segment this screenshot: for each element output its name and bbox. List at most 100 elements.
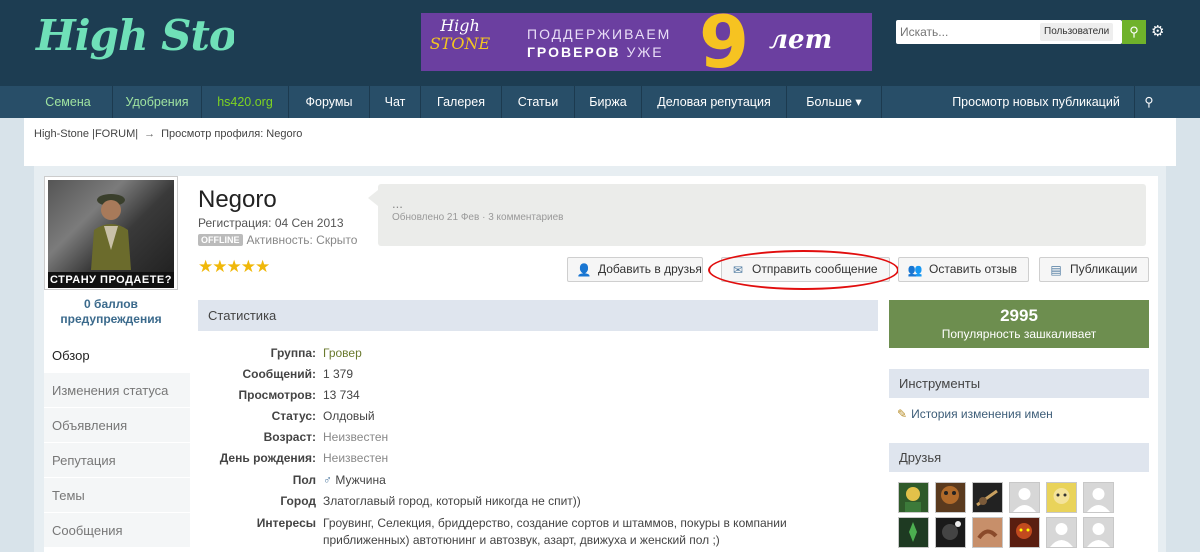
logo-text: High Stone (35, 11, 234, 60)
stat-row: Интересы Гроувинг, Селекция, бриддерство… (198, 513, 878, 549)
location-pin-icon[interactable]: ⚲ (1135, 86, 1163, 118)
banner-logo-line1: High (440, 16, 480, 35)
side-nav-posts[interactable]: Сообщения (44, 513, 190, 548)
nav-item-more[interactable]: Больше ▾ (787, 86, 881, 118)
breadcrumb: High-Stone |FORUM| → Просмотр профиля: Neg… (34, 128, 302, 140)
stat-label: Сообщений: (242, 367, 316, 381)
side-nav-overview[interactable]: Обзор (44, 338, 190, 373)
leave-review-label: Оставить отзыв (929, 262, 1017, 276)
statistics-panel: Статистика Группа: Гровер Сообщений: 1 3… (198, 300, 878, 552)
logo-graphic: High Stone (35, 11, 292, 60)
friend-avatar[interactable] (972, 482, 1003, 513)
stat-value: 1 379 (323, 367, 354, 381)
document-icon: ▤ (1050, 263, 1062, 277)
offline-badge: OFFLINE (198, 234, 243, 246)
nav-item-reputation[interactable]: Деловая репутация (642, 86, 786, 118)
friend-avatar[interactable] (972, 517, 1003, 548)
banner-logo-line2: STONE (429, 34, 491, 53)
registration-date: Регистрация: 04 Сен 2013 (198, 216, 344, 230)
name-history-label: История изменения имен (911, 407, 1053, 421)
stat-value-group[interactable]: Гровер (323, 343, 863, 363)
stat-value: Неизвестен (323, 451, 389, 465)
banner-text-line2a: ГРОВЕРОВ (527, 44, 621, 60)
nav-new-posts[interactable]: Просмотр новых публикаций (938, 86, 1134, 118)
friends-title: Друзья (889, 443, 1149, 472)
rating-stars: ★★★★★ (198, 257, 270, 276)
add-friend-button[interactable]: 👤 Добавить в друзья (567, 257, 703, 282)
nav-item-articles[interactable]: Статьи (502, 86, 574, 118)
stat-label: Интересы (256, 516, 316, 530)
banner-text-line2: ГРОВЕРОВ УЖЕ (527, 43, 671, 61)
publications-button[interactable]: ▤ Публикации (1039, 257, 1149, 282)
banner-text-line1: ПОДДЕРЖИВАЕМ (527, 26, 672, 42)
stat-label: Город (280, 494, 316, 508)
breadcrumb-bar (24, 118, 1176, 166)
friend-avatar[interactable] (1083, 482, 1114, 513)
nav-item-gallery[interactable]: Галерея (421, 86, 501, 118)
search-box: Пользователи (896, 20, 1122, 44)
nav-item-exchange[interactable]: Биржа (575, 86, 641, 118)
nav-item-fertilizers[interactable]: Удобрения (113, 86, 201, 118)
popularity-box: 2995 Популярность зашкаливает (889, 300, 1149, 348)
warning-points-line1: 0 баллов (84, 297, 138, 311)
side-nav-ads[interactable]: Объявления (44, 408, 190, 443)
promo-banner[interactable]: High STONE ПОДДЕРЖИВАЕМ ГРОВЕРОВ УЖЕ 9 л… (421, 13, 872, 71)
stat-label: Пол (292, 473, 316, 487)
status-update-text: ... (392, 196, 403, 211)
friend-avatar[interactable] (1083, 517, 1114, 548)
male-icon: ♂ (323, 473, 332, 487)
search-button[interactable]: ⚲ (1122, 20, 1146, 44)
avatar-photo (48, 180, 174, 272)
banner-text-line2b: УЖЕ (626, 44, 664, 60)
stat-value: Олдовый (323, 409, 375, 423)
stat-row: Сообщений: 1 379 (198, 364, 878, 384)
search-scope-select[interactable]: Пользователи (1040, 23, 1114, 41)
stat-row: Просмотров: 13 734 (198, 385, 878, 405)
nav-item-chat[interactable]: Чат (370, 86, 420, 118)
warning-points[interactable]: 0 баллов предупреждения (44, 297, 178, 327)
banner-years: лет (769, 25, 833, 55)
friend-avatar[interactable] (898, 517, 929, 548)
avatar[interactable]: СТРАНУ ПРОДАЕТЕ? (44, 176, 178, 290)
side-nav-reputation[interactable]: Репутация (44, 443, 190, 478)
status-update-meta[interactable]: Обновлено 21 Фев · 3 комментариев (392, 212, 563, 223)
friend-avatar[interactable] (1046, 482, 1077, 513)
stat-value: 13 734 (323, 388, 360, 402)
friend-avatar[interactable] (1009, 482, 1040, 513)
side-nav-status-changes[interactable]: Изменения статуса (44, 373, 190, 408)
popularity-value: 2995 (1000, 306, 1038, 325)
tools-title: Инструменты (889, 369, 1149, 398)
activity-status: OFFLINE Активность: Скрыто (198, 233, 357, 247)
side-nav-topics[interactable]: Темы (44, 478, 190, 513)
site-logo[interactable]: High Stone (34, 8, 292, 64)
statistics-title: Статистика (198, 300, 878, 331)
friend-avatar[interactable] (1009, 517, 1040, 548)
friend-avatar[interactable] (935, 517, 966, 548)
stat-value-gender: ♂ Мужчина (323, 470, 863, 490)
breadcrumb-current: Просмотр профиля: Negoro (161, 128, 303, 140)
publications-label: Публикации (1070, 262, 1138, 276)
stat-value: Гроувинг, Селекция, бриддерство, создани… (323, 516, 787, 547)
add-user-icon: 👤 (576, 263, 592, 277)
stat-label: День рождения: (219, 451, 316, 465)
leave-review-button[interactable]: 👥 Оставить отзыв (898, 257, 1029, 282)
breadcrumb-arrow: → (144, 128, 156, 140)
send-message-button[interactable]: ✉ Отправить сообщение (721, 257, 890, 282)
breadcrumb-home[interactable]: High-Stone |FORUM| (34, 128, 138, 140)
nav-item-hs420[interactable]: hs420.org (202, 86, 288, 118)
popularity-label: Популярность зашкаливает (941, 327, 1097, 341)
gear-icon[interactable]: ⚙ (1151, 22, 1164, 40)
nav-divider (881, 86, 882, 118)
friend-avatar[interactable] (1046, 517, 1077, 548)
nav-item-forums[interactable]: Форумы (289, 86, 369, 118)
friend-avatar[interactable] (935, 482, 966, 513)
warning-points-line2: предупреждения (60, 312, 162, 326)
avatar-caption: СТРАНУ ПРОДАЕТЕ? (48, 272, 174, 288)
name-history-link[interactable]: ✎ История изменения имен (897, 407, 1053, 421)
friend-avatar[interactable] (898, 482, 929, 513)
nav-item-seeds[interactable]: Семена (24, 86, 112, 118)
stat-row: Группа: Гровер (198, 343, 878, 363)
main-nav: Семена Удобрения hs420.org Форумы Чат Га… (0, 86, 1200, 118)
banner-number: 9 (698, 13, 750, 71)
search-input[interactable] (896, 20, 1036, 44)
